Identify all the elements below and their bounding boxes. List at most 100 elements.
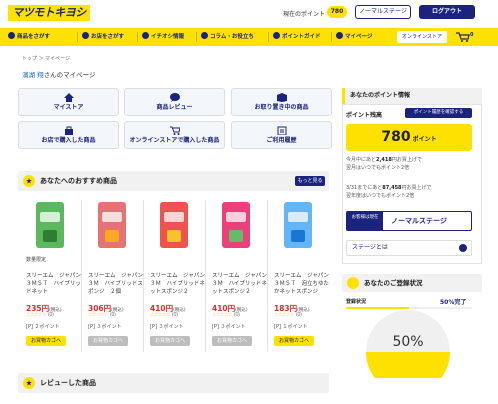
product-divider bbox=[143, 200, 144, 352]
product-card[interactable]: スリーエム ジャパン ３Ｍ ハイブリッドネットスポンジ２ 410円(税込) ☆☆☆☆… bbox=[146, 198, 208, 358]
points-badge: 780 bbox=[327, 6, 347, 18]
points-held-label: ポイント残高 bbox=[346, 112, 383, 119]
add-to-cart-button[interactable]: お買物カゴへ bbox=[212, 336, 252, 346]
rating-count: (0) bbox=[109, 312, 116, 318]
nav-item-point-guide[interactable]: ポイントガイド bbox=[273, 28, 321, 46]
registration-donut: 50% bbox=[364, 308, 452, 378]
note-text: 3/31までにあと bbox=[346, 185, 383, 191]
product-name[interactable]: スリーエム ジャパン ３ＭＳＴ 泡立ちゆたかネットスポンジ bbox=[274, 272, 332, 294]
tile-my-store[interactable]: マイストア bbox=[18, 88, 119, 116]
user-name: 濱湖 翔 bbox=[22, 71, 44, 79]
tile-store-purchases[interactable]: お店で購入した商品 bbox=[18, 121, 119, 149]
points-history-button[interactable]: ポイント履歴を確認する bbox=[405, 108, 472, 118]
nav-item-mypage[interactable]: マイページ bbox=[336, 28, 372, 46]
rating-count: (0) bbox=[295, 312, 302, 318]
note-text: 円お買上げで bbox=[391, 157, 422, 163]
nav-label: ポイントガイド bbox=[282, 34, 321, 40]
registration-header: あなたのご登録状況 bbox=[342, 274, 482, 292]
sponge-shape bbox=[43, 230, 57, 242]
nav-item-search-stores[interactable]: お店をさがす bbox=[82, 28, 124, 46]
stage-info-link[interactable]: ステージとは bbox=[346, 240, 472, 256]
product-divider bbox=[205, 200, 206, 352]
points-note-monthly: 今月中にあと2,418円お買上げで 翌月はいつでもポイント2倍 bbox=[346, 156, 476, 172]
add-to-cart-button[interactable]: お買物カゴへ bbox=[274, 336, 314, 346]
section-title: あなたのご登録状況 bbox=[364, 279, 423, 287]
star-icons: ☆☆☆☆☆ bbox=[88, 312, 108, 318]
tile-usage-history[interactable]: ご利用履歴 bbox=[231, 121, 332, 149]
product-points: [P] ３ポイント bbox=[88, 324, 122, 330]
tile-label: ご利用履歴 bbox=[266, 137, 297, 144]
product-name[interactable]: スリーエム ジャパン ３ＭＳＴ ハイブリッドネット bbox=[26, 272, 84, 294]
nav-divider bbox=[137, 32, 138, 42]
add-to-cart-button[interactable]: お買物カゴへ bbox=[150, 336, 190, 346]
product-image[interactable] bbox=[284, 202, 312, 248]
nav-item-featured[interactable]: イチオシ情報 bbox=[142, 28, 184, 46]
star-icon bbox=[142, 32, 149, 39]
note-text: 翌年度はいつでもポイント2倍 bbox=[346, 193, 415, 199]
add-to-cart-button[interactable]: お買物カゴへ bbox=[26, 336, 66, 346]
registration-label: 登録状況 bbox=[346, 299, 367, 305]
product-card[interactable]: スリーエム ジャパン ３ＭＳＴ 泡立ちゆたかネットスポンジ 183円(税込) ☆☆☆… bbox=[270, 198, 332, 358]
logout-button[interactable]: ログアウト bbox=[419, 5, 475, 19]
product-name[interactable]: スリーエム ジャパン ３Ｍ ハイブリッドネットスポンジ２ bbox=[150, 272, 208, 294]
stage-button[interactable]: ノーマルステージ bbox=[355, 5, 411, 19]
recommend-header: あなたへのおすすめ商品 もっと見る bbox=[18, 171, 329, 191]
tile-label: 商品レビュー bbox=[156, 104, 193, 111]
product-card[interactable]: スリーエム ジャパン ３Ｍ ハイブリッドネットスポンジ２ 410円(税込) ☆☆☆☆… bbox=[208, 198, 270, 358]
product-name[interactable]: スリーエム ジャパン ３Ｍ ハイブリッドスポンジ ２個 bbox=[88, 272, 146, 294]
nav-label: イチオシ情報 bbox=[151, 34, 185, 40]
header: マツモトキヨシ 現在のポイント 780 ノーマルステージ ログアウト bbox=[0, 0, 498, 28]
star-icon bbox=[23, 175, 35, 187]
nav-divider bbox=[196, 32, 197, 42]
sponge-shape bbox=[105, 230, 119, 242]
box-icon bbox=[276, 93, 287, 102]
user-icon bbox=[347, 277, 359, 289]
rating-count: (0) bbox=[171, 312, 178, 318]
product-name[interactable]: スリーエム ジャパン ３Ｍ ハイブリッドネットスポンジ２ bbox=[212, 272, 270, 294]
add-to-cart-button[interactable]: お買物カゴへ bbox=[88, 336, 128, 346]
product-image[interactable] bbox=[222, 202, 250, 248]
nav-divider bbox=[268, 32, 269, 42]
chat-icon bbox=[169, 93, 180, 102]
nav-item-search-products[interactable]: 商品をさがす bbox=[8, 28, 50, 46]
points-value: 780 bbox=[381, 129, 411, 145]
online-store-button[interactable]: オンラインストア bbox=[397, 31, 447, 43]
points-panel-title: あなたのポイント情報 bbox=[342, 88, 482, 104]
product-card[interactable]: 数量限定 スリーエム ジャパン ３ＭＳＴ ハイブリッドネット 235円(税込) ☆☆☆… bbox=[22, 198, 84, 358]
tile-label: お取り置き中の商品 bbox=[254, 104, 309, 111]
reviewed-header: レビューした商品 bbox=[18, 373, 329, 393]
tile-label: マイストア bbox=[53, 104, 84, 111]
points-unit: ポイント bbox=[412, 136, 437, 143]
user-icon bbox=[336, 32, 343, 39]
home-icon bbox=[63, 93, 74, 102]
points-note-yearly: 3/31までにあと87,458円お買上げで 翌年度はいつでもポイント2倍 bbox=[346, 184, 476, 200]
logo[interactable]: マツモトキヨシ bbox=[8, 5, 90, 21]
section-title: あなたへのおすすめ商品 bbox=[40, 177, 117, 185]
rating-count: (0) bbox=[233, 312, 240, 318]
product-image[interactable] bbox=[98, 202, 126, 248]
product-card[interactable]: スリーエム ジャパン ３Ｍ ハイブリッドスポンジ ２個 306円(税込) ☆☆☆☆☆… bbox=[84, 198, 146, 358]
product-points: [P] ３ポイント bbox=[212, 324, 246, 330]
product-label-band bbox=[102, 212, 122, 222]
stage-link-label: ステージとは bbox=[352, 244, 388, 251]
registration-percent: 50%完了 bbox=[440, 299, 467, 306]
tile-reserved-items[interactable]: お取り置き中の商品 bbox=[231, 88, 332, 116]
product-rating: ☆☆☆☆☆ (0) bbox=[274, 312, 302, 318]
product-image[interactable] bbox=[36, 202, 64, 248]
more-button[interactable]: もっと見る bbox=[295, 176, 325, 186]
nav-item-columns[interactable]: コラム・お役立ち bbox=[201, 28, 254, 46]
product-points: [P] ２ポイント bbox=[26, 324, 60, 330]
nav-label: お店をさがす bbox=[91, 34, 125, 40]
tile-product-review[interactable]: 商品レビュー bbox=[124, 88, 225, 116]
nav-divider bbox=[77, 32, 78, 42]
stage-name: ノーマルステージ bbox=[391, 217, 447, 225]
cart-icon[interactable] bbox=[456, 32, 470, 42]
product-points: [P] １ポイント bbox=[274, 324, 308, 330]
note-amount: 2,418 bbox=[376, 157, 392, 163]
tile-online-purchases[interactable]: オンラインストアで購入した商品 bbox=[124, 121, 225, 149]
product-divider bbox=[81, 200, 82, 352]
book-icon bbox=[201, 32, 208, 39]
breadcrumb[interactable]: トップ ＞ マイページ bbox=[22, 55, 70, 62]
sponge-shape bbox=[229, 230, 243, 242]
product-image[interactable] bbox=[160, 202, 188, 248]
